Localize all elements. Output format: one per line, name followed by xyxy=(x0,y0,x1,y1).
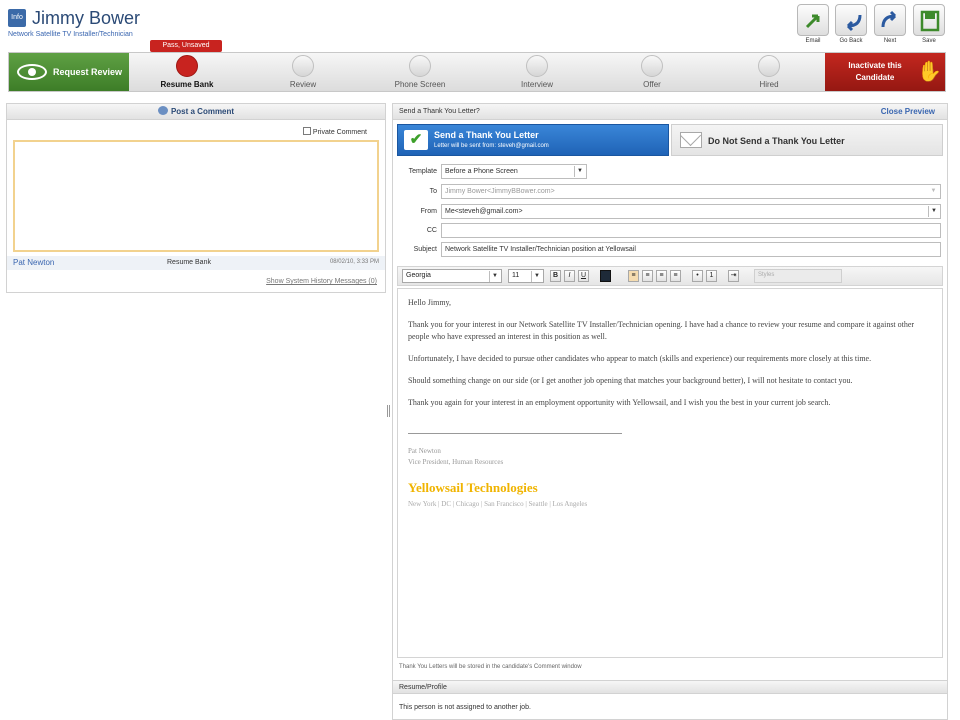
thank-you-letter-panel: Send a Thank You Letter? Close Preview ✔… xyxy=(392,103,948,720)
subject-field[interactable]: Network Satellite TV Installer/Technicia… xyxy=(441,242,941,257)
comment-stage: Resume Bank xyxy=(167,259,211,266)
stage-hired[interactable]: Hired xyxy=(729,55,809,89)
letter-paragraph: Thank you for your interest in our Netwo… xyxy=(408,320,915,341)
italic-button[interactable]: I xyxy=(564,270,575,282)
chevron-down-icon: ▼ xyxy=(574,166,585,177)
align-left-icon[interactable]: ≡ xyxy=(628,270,639,282)
letter-panel-header: Send a Thank You Letter? Close Preview xyxy=(393,104,947,120)
post-comment-header[interactable]: Post a Comment xyxy=(7,104,385,120)
comment-entry: Pat Newton Resume Bank 08/02/10, 3:33 PM xyxy=(7,256,385,270)
do-not-send-option[interactable]: Do Not Send a Thank You Letter xyxy=(671,124,943,156)
align-right-icon[interactable]: ≡ xyxy=(656,270,667,282)
inactivate-candidate-button[interactable]: Inactivate this Candidate ✋ xyxy=(825,53,945,91)
chevron-down-icon: ▼ xyxy=(489,271,500,282)
template-select[interactable]: Before a Phone Screen ▼ xyxy=(441,164,587,179)
signature-title: Vice President, Human Resources xyxy=(408,458,504,466)
status-badge: Pass, Unsaved xyxy=(150,40,222,52)
panel-splitter-handle[interactable] xyxy=(387,405,390,417)
request-review-button[interactable]: Request Review xyxy=(9,53,129,91)
stage-interview-icon xyxy=(526,55,548,77)
signature-company: Yellowsail Technologies xyxy=(408,480,538,495)
send-letter-option[interactable]: ✔ Send a Thank You Letter Letter will be… xyxy=(397,124,669,156)
email-button[interactable]: Email xyxy=(796,4,830,44)
letter-editor[interactable]: Hello Jimmy, Thank you for your interest… xyxy=(397,288,943,658)
indent-icon[interactable]: ⇥ xyxy=(728,270,739,282)
font-size-select[interactable]: 11 ▼ xyxy=(508,269,544,283)
private-comment-checkbox[interactable]: Private Comment xyxy=(302,127,367,136)
signature-cities: New York | DC | Chicago | San Francisco … xyxy=(408,500,588,508)
from-select[interactable]: Me<steveh@gmail.com> ▼ xyxy=(441,204,941,219)
styles-field[interactable]: Styles xyxy=(754,269,842,283)
email-icon xyxy=(797,4,829,36)
letter-greeting: Hello Jimmy, xyxy=(408,298,452,307)
bold-button[interactable]: B xyxy=(550,270,561,282)
align-center-icon[interactable]: ≡ xyxy=(642,270,653,282)
numbered-list-icon[interactable]: 1 xyxy=(706,270,717,282)
chevron-down-icon: ▼ xyxy=(531,271,542,282)
chevron-down-icon: ▼ xyxy=(928,206,939,217)
candidate-name: Jimmy Bower xyxy=(32,8,141,28)
eye-icon xyxy=(17,64,47,80)
letter-paragraph: Unfortunately, I have decided to pursue … xyxy=(408,354,872,363)
checkbox-icon xyxy=(302,127,311,135)
next-button[interactable]: Next xyxy=(873,4,907,44)
chevron-down-icon: ▼ xyxy=(930,188,937,194)
go-back-button[interactable]: Go Back xyxy=(834,4,868,44)
assignment-status: This person is not assigned to another j… xyxy=(399,704,531,711)
underline-button[interactable]: U xyxy=(578,270,589,282)
letter-paragraph: Should something change on our side (or … xyxy=(408,376,853,385)
next-icon xyxy=(874,4,906,36)
template-label: Template xyxy=(408,168,437,175)
save-icon xyxy=(913,4,945,36)
header: Info Jimmy Bower Network Satellite TV In… xyxy=(0,0,960,50)
candidate-job-title[interactable]: Network Satellite TV Installer/Technicia… xyxy=(8,31,133,38)
storage-note: Thank You Letters will be stored in the … xyxy=(399,664,582,670)
bullet-list-icon[interactable]: • xyxy=(692,270,703,282)
subject-label: Subject xyxy=(413,246,437,253)
stage-review[interactable]: Review xyxy=(263,55,343,89)
go-back-icon xyxy=(835,4,867,36)
letter-paragraph: Thank you again for your interest in an … xyxy=(408,398,831,407)
show-history-link[interactable]: Show System History Messages (0) xyxy=(266,278,377,285)
stage-resume-bank-icon xyxy=(176,55,198,77)
to-label: To xyxy=(429,188,437,195)
stage-offer[interactable]: Offer xyxy=(612,55,692,89)
thumbs-down-icon: ✋ xyxy=(917,61,942,83)
stage-phone-screen-icon xyxy=(409,55,431,77)
editor-toolbar: Georgia ▼ 11 ▼ B I U ≡ ≡ ≡ ≡ • 1 ⇥ Style… xyxy=(397,266,943,286)
to-field[interactable]: Jimmy Bower<JimmyBBower.com> ▼ xyxy=(441,184,941,199)
text-color-button[interactable] xyxy=(600,270,611,282)
comment-author[interactable]: Pat Newton xyxy=(13,258,54,267)
cc-field[interactable] xyxy=(441,223,941,238)
workflow-bar: Request Review Resume Bank Review Phone … xyxy=(8,52,946,92)
comment-bubble-icon xyxy=(157,106,168,115)
stage-resume-bank[interactable]: Resume Bank xyxy=(147,55,227,89)
signature-name: Pat Newton xyxy=(408,447,441,455)
justify-icon[interactable]: ≡ xyxy=(670,270,681,282)
stage-phone-screen[interactable]: Phone Screen xyxy=(380,55,460,89)
save-button[interactable]: Save xyxy=(912,4,946,44)
from-label: From xyxy=(420,208,437,215)
stage-interview[interactable]: Interview xyxy=(497,55,577,89)
stage-offer-icon xyxy=(641,55,663,77)
stage-hired-icon xyxy=(758,55,780,77)
close-preview-link[interactable]: Close Preview xyxy=(881,107,935,116)
font-family-select[interactable]: Georgia ▼ xyxy=(402,269,502,283)
comment-date: 08/02/10, 3:33 PM xyxy=(329,259,379,265)
resume-profile-header[interactable]: Resume/Profile xyxy=(393,680,947,694)
comment-input[interactable] xyxy=(13,140,379,252)
app-logo: Info xyxy=(8,9,26,27)
checkmark-icon: ✔ xyxy=(404,130,428,150)
cc-label: CC xyxy=(426,227,437,234)
envelope-icon xyxy=(680,132,702,148)
stage-review-icon xyxy=(292,55,314,77)
signature-divider xyxy=(408,433,622,434)
comment-panel: Post a Comment Private Comment Pat Newto… xyxy=(6,103,386,293)
